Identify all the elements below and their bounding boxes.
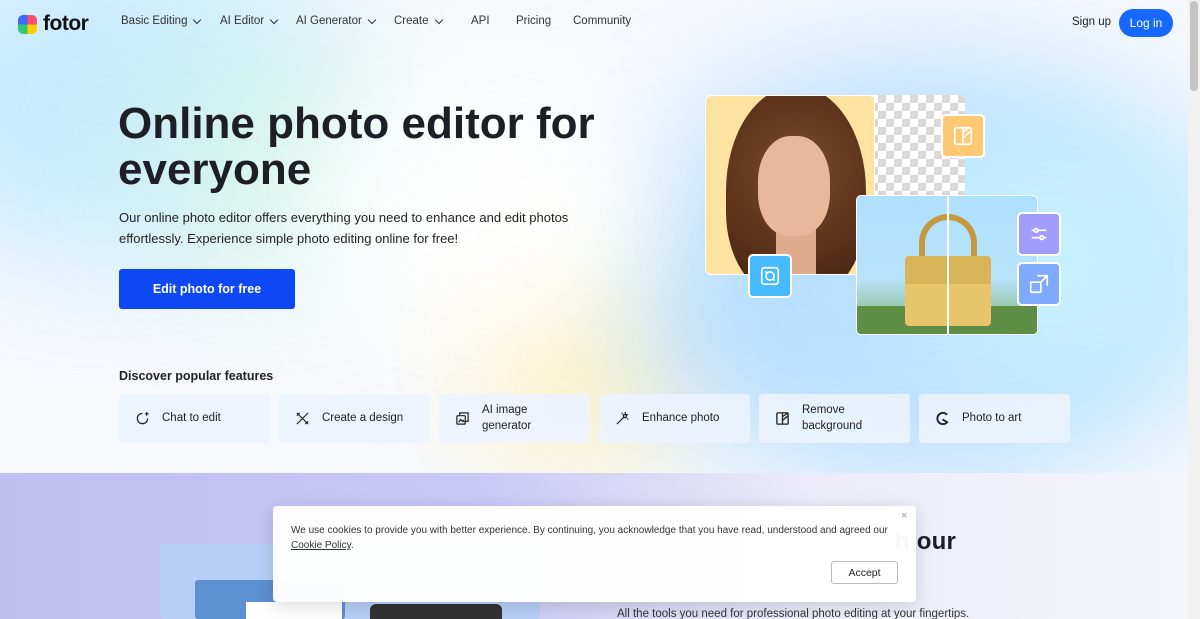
page-title: Online photo editor for everyone <box>118 99 595 194</box>
adjust-sliders-icon <box>1017 212 1061 256</box>
chevron-down-icon <box>193 15 202 24</box>
fotor-logo-icon <box>18 14 37 34</box>
scrollbar-thumb[interactable] <box>1190 1 1198 91</box>
main-menu: Basic Editing AI Editor AI Generator Cre… <box>121 15 631 27</box>
menu-label: Basic Editing <box>121 15 188 27</box>
woman-portrait-image <box>705 95 875 275</box>
sparkle-chat-icon <box>135 411 150 426</box>
art-brush-icon <box>935 411 950 426</box>
cookie-policy-link[interactable]: Cookie Policy <box>291 540 351 551</box>
handbag-image <box>856 195 1038 335</box>
menu-label: AI Editor <box>220 15 265 27</box>
showcase-portrait <box>370 604 502 619</box>
feature-chat-to-edit[interactable]: Chat to edit <box>119 394 270 443</box>
magic-wand-icon <box>615 411 630 426</box>
showcase-image-frame <box>246 602 342 619</box>
menu-label: Community <box>573 15 632 27</box>
menu-label: AI Generator <box>296 15 362 27</box>
feature-label: Remove background <box>802 404 863 432</box>
hero-description: Our online photo editor offers everythin… <box>119 210 569 246</box>
menu-label: Pricing <box>516 15 552 27</box>
comparison-divider <box>947 196 949 334</box>
remove-bg-icon <box>775 411 790 426</box>
chevron-down-icon <box>269 15 279 24</box>
chevron-down-icon <box>434 15 443 24</box>
menu-pricing[interactable]: Pricing <box>516 15 573 27</box>
cookie-suffix: . <box>350 540 354 551</box>
sign-up-link[interactable]: Sign up <box>1072 16 1111 28</box>
cookie-banner: We use cookies to provide you with bette… <box>273 506 916 602</box>
feature-photo-to-art[interactable]: Photo to art <box>919 394 1070 443</box>
menu-community[interactable]: Community <box>573 15 631 27</box>
resize-icon <box>1017 262 1061 306</box>
menu-label: Create <box>394 15 429 27</box>
features-title: Discover popular features <box>119 369 274 383</box>
accept-cookies-button[interactable]: Accept <box>831 561 898 584</box>
refresh-image-icon <box>748 254 792 298</box>
scrollbar[interactable] <box>1188 0 1200 619</box>
ai-image-icon <box>455 411 470 426</box>
menu-basic-editing[interactable]: Basic Editing <box>121 15 220 27</box>
feature-remove-background[interactable]: Remove background <box>759 394 910 443</box>
cookie-text: We use cookies to provide you with bette… <box>291 523 891 553</box>
chevron-down-icon <box>367 15 377 24</box>
fotor-logo[interactable]: fotor <box>18 12 89 36</box>
feature-label: Photo to art <box>962 411 1022 424</box>
feature-label: Enhance photo <box>642 411 720 424</box>
section-subtitle: All the tools you need for professional … <box>617 608 970 619</box>
compare-icon <box>941 114 985 158</box>
top-navigation: fotor Basic Editing AI Editor AI Generat… <box>0 0 1188 46</box>
close-icon[interactable]: × <box>901 510 907 522</box>
feature-enhance-photo[interactable]: Enhance photo <box>599 394 750 443</box>
menu-ai-generator[interactable]: AI Generator <box>296 15 394 27</box>
feature-ai-image-generator[interactable]: AI image generator <box>439 394 590 443</box>
menu-api[interactable]: API <box>471 15 516 27</box>
menu-ai-editor[interactable]: AI Editor <box>220 15 296 27</box>
menu-label: API <box>471 15 490 27</box>
edit-photo-button[interactable]: Edit photo for free <box>119 269 295 309</box>
cookie-message: We use cookies to provide you with bette… <box>291 525 888 536</box>
menu-create[interactable]: Create <box>394 15 471 27</box>
logo-text: fotor <box>43 12 89 35</box>
log-in-button[interactable]: Log in <box>1119 9 1173 37</box>
feature-label: Chat to edit <box>162 411 221 424</box>
feature-label: AI image generator <box>482 404 532 432</box>
design-tools-icon <box>295 411 310 426</box>
feature-create-design[interactable]: Create a design <box>279 394 430 443</box>
feature-label: Create a design <box>322 411 404 424</box>
